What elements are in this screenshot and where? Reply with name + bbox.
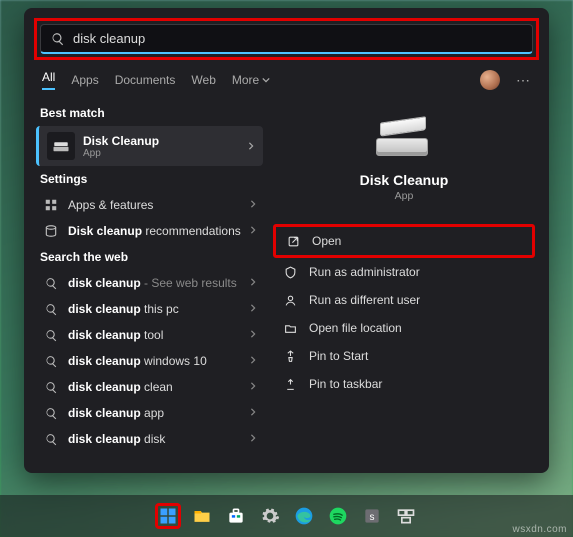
search-icon	[42, 355, 60, 368]
action-label: Pin to Start	[309, 349, 368, 363]
taskbar-store-icon[interactable]	[223, 503, 249, 529]
action-list: Open Run as administrator Run as different…	[273, 224, 535, 398]
watermark: wsxdn.com	[512, 524, 567, 535]
chevron-right-icon	[249, 408, 257, 419]
settings-item-apps-features[interactable]: Apps & features	[36, 192, 263, 218]
web-suggestion[interactable]: disk cleanup disk	[36, 426, 263, 452]
action-open[interactable]: Open	[273, 224, 535, 258]
settings-item-label: Disk cleanup recommendations	[68, 224, 241, 238]
section-best-match: Best match	[40, 106, 263, 120]
action-label: Open	[312, 234, 341, 248]
filter-tabs: All Apps Documents Web More ⋯	[24, 60, 549, 96]
user-avatar[interactable]	[480, 70, 500, 90]
storage-icon	[42, 224, 60, 238]
tab-all[interactable]: All	[42, 70, 55, 90]
action-label: Run as administrator	[309, 265, 420, 279]
chevron-right-icon	[247, 137, 255, 155]
web-suggestion[interactable]: disk cleanup app	[36, 400, 263, 426]
pin-taskbar-icon	[281, 378, 299, 391]
action-label: Open file location	[309, 321, 402, 335]
action-label: Run as different user	[309, 293, 420, 307]
action-run-admin[interactable]: Run as administrator	[273, 258, 535, 286]
open-loc-icon	[281, 322, 299, 335]
action-pin-start[interactable]: Pin to Start	[273, 342, 535, 370]
search-highlight-box	[34, 18, 539, 60]
chevron-right-icon	[249, 434, 257, 445]
chevron-right-icon	[249, 356, 257, 367]
web-suggestion-label: disk cleanup tool	[68, 328, 163, 342]
web-suggestion-label: disk cleanup windows 10	[68, 354, 207, 368]
svg-text:s: s	[369, 512, 374, 523]
preview-card: Disk Cleanup App	[273, 102, 535, 202]
pin-start-icon	[281, 350, 299, 363]
tab-more[interactable]: More	[232, 73, 270, 87]
preview-title: Disk Cleanup	[273, 172, 535, 188]
search-icon	[42, 329, 60, 342]
preview-column: Disk Cleanup App Open Run as administrato…	[269, 96, 549, 471]
taskbar-app-icon[interactable]: s	[359, 503, 385, 529]
run-admin-icon	[281, 266, 299, 279]
search-icon	[51, 32, 65, 46]
taskbar-spotify-icon[interactable]	[325, 503, 351, 529]
web-suggestion[interactable]: disk cleanup windows 10	[36, 348, 263, 374]
web-suggestion[interactable]: disk cleanup this pc	[36, 296, 263, 322]
preview-subtitle: App	[273, 190, 535, 202]
best-match-item[interactable]: Disk Cleanup App	[36, 126, 263, 166]
disk-cleanup-icon	[47, 132, 75, 160]
web-suggestion[interactable]: disk cleanup tool	[36, 322, 263, 348]
action-label: Pin to taskbar	[309, 377, 382, 391]
taskbar-start-button[interactable]	[155, 503, 181, 529]
run-diffuser-icon	[281, 294, 299, 307]
overflow-menu[interactable]: ⋯	[516, 72, 531, 89]
best-match-subtitle: App	[83, 148, 159, 159]
action-open-loc[interactable]: Open file location	[273, 314, 535, 342]
search-input[interactable]	[73, 31, 522, 46]
section-settings: Settings	[40, 172, 263, 186]
disk-cleanup-large-icon	[376, 120, 432, 160]
chevron-right-icon	[249, 304, 257, 315]
search-icon	[42, 303, 60, 316]
search-icon	[42, 277, 60, 290]
search-icon	[42, 407, 60, 420]
start-search-panel: All Apps Documents Web More ⋯ Best match…	[24, 8, 549, 473]
taskbar-task-view-icon[interactable]	[393, 503, 419, 529]
tab-apps[interactable]: Apps	[71, 73, 98, 87]
best-match-title: Disk Cleanup	[83, 134, 159, 148]
web-suggestion-label: disk cleanup this pc	[68, 302, 179, 316]
web-suggestion-label: disk cleanup clean	[68, 380, 173, 394]
settings-item-disk-cleanup-recs[interactable]: Disk cleanup recommendations	[36, 218, 263, 244]
taskbar-explorer-icon[interactable]	[189, 503, 215, 529]
open-icon	[284, 235, 302, 248]
action-run-diffuser[interactable]: Run as different user	[273, 286, 535, 314]
web-suggestion-label: disk cleanup app	[68, 406, 164, 420]
chevron-right-icon	[249, 382, 257, 393]
web-suggestion[interactable]: disk cleanup clean	[36, 374, 263, 400]
taskbar-settings-icon[interactable]	[257, 503, 283, 529]
chevron-right-icon	[249, 278, 257, 289]
web-suggestion-label: disk cleanup - See web results	[68, 276, 237, 290]
grid-icon	[42, 198, 60, 212]
tab-documents[interactable]: Documents	[115, 73, 176, 87]
search-icon	[42, 433, 60, 446]
taskbar: s	[0, 495, 573, 537]
tab-web[interactable]: Web	[191, 73, 215, 87]
web-suggestion[interactable]: disk cleanup - See web results	[36, 270, 263, 296]
chevron-down-icon	[262, 76, 270, 84]
search-icon	[42, 381, 60, 394]
search-box[interactable]	[40, 24, 533, 54]
web-suggestion-label: disk cleanup disk	[68, 432, 165, 446]
settings-item-label: Apps & features	[68, 198, 153, 212]
section-search-web: Search the web	[40, 250, 263, 264]
action-pin-taskbar[interactable]: Pin to taskbar	[273, 370, 535, 398]
taskbar-edge-icon[interactable]	[291, 503, 317, 529]
chevron-right-icon	[249, 330, 257, 341]
results-column: Best match Disk Cleanup App Settings A	[24, 96, 269, 471]
